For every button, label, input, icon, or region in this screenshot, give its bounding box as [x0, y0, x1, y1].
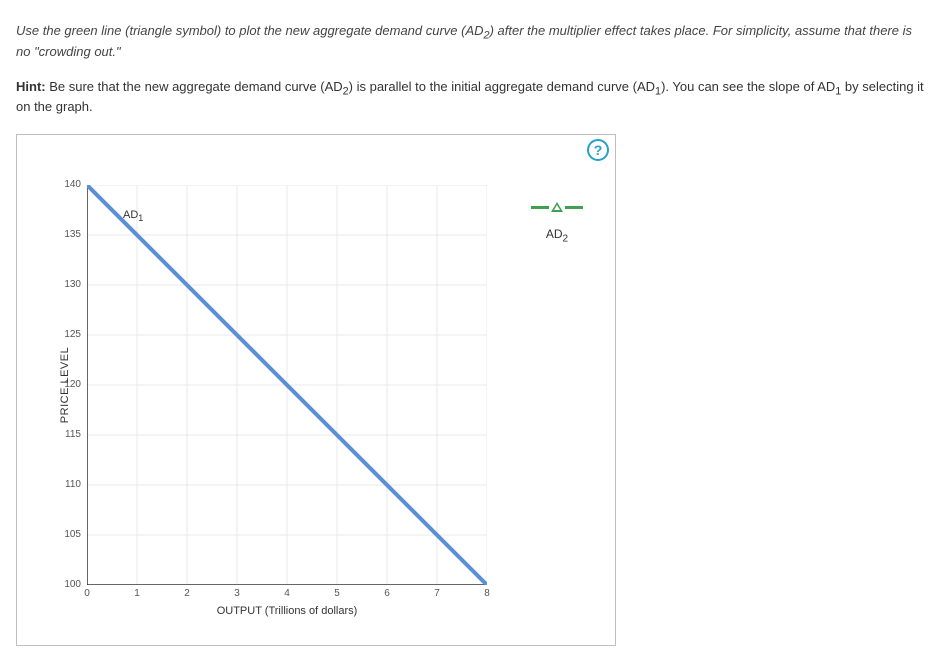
ad2-tool[interactable]: AD2	[517, 199, 597, 241]
hint-var1: AD	[325, 79, 343, 94]
chart-area[interactable]: 140 135 130 125 120 115 110 105 100 0 1 …	[87, 185, 487, 585]
hint-p3: ). You can see the slope of	[661, 79, 817, 94]
ad1-label-sub: 1	[138, 213, 143, 223]
hint-text: Hint: Be sure that the new aggregate dem…	[16, 77, 929, 119]
y-axis-label: PRICE LEVEL	[59, 347, 71, 423]
xtick-3: 3	[227, 589, 247, 599]
xtick-2: 2	[177, 589, 197, 599]
ad1-label-text: AD	[123, 209, 138, 221]
ytick-135: 135	[51, 230, 81, 240]
xtick-7: 7	[427, 589, 447, 599]
ytick-110: 110	[51, 480, 81, 490]
hint-p1: Be sure that the new aggregate demand cu…	[46, 79, 325, 94]
hint-p2: ) is parallel to the initial aggregate d…	[349, 79, 637, 94]
ad2-label-text: AD	[546, 227, 563, 241]
hint-label: Hint:	[16, 79, 46, 94]
hint-var3: AD	[817, 79, 835, 94]
ad1-label: AD1	[123, 209, 143, 221]
xtick-1: 1	[127, 589, 147, 599]
xtick-4: 4	[277, 589, 297, 599]
x-axis-label: OUTPUT (Trillions of dollars)	[217, 605, 358, 617]
xtick-6: 6	[377, 589, 397, 599]
ytick-125: 125	[51, 330, 81, 340]
ytick-105: 105	[51, 530, 81, 540]
hint-var2: AD	[637, 79, 655, 94]
triangle-icon[interactable]	[517, 199, 597, 215]
xtick-5: 5	[327, 589, 347, 599]
instruction-text: Use the green line (triangle symbol) to …	[16, 21, 929, 63]
chart-svg[interactable]	[87, 185, 487, 585]
help-button[interactable]: ?	[587, 139, 609, 161]
ytick-115: 115	[51, 430, 81, 440]
ad2-label-sub: 2	[563, 234, 569, 245]
graph-panel: ?	[16, 134, 616, 646]
ytick-140: 140	[51, 180, 81, 190]
xtick-8: 8	[477, 589, 497, 599]
instruction-pre: Use the green line (triangle symbol) to …	[16, 23, 465, 38]
xtick-0: 0	[77, 589, 97, 599]
ad2-label: AD2	[517, 227, 597, 241]
ytick-130: 130	[51, 280, 81, 290]
var-ad2: AD	[465, 23, 483, 38]
